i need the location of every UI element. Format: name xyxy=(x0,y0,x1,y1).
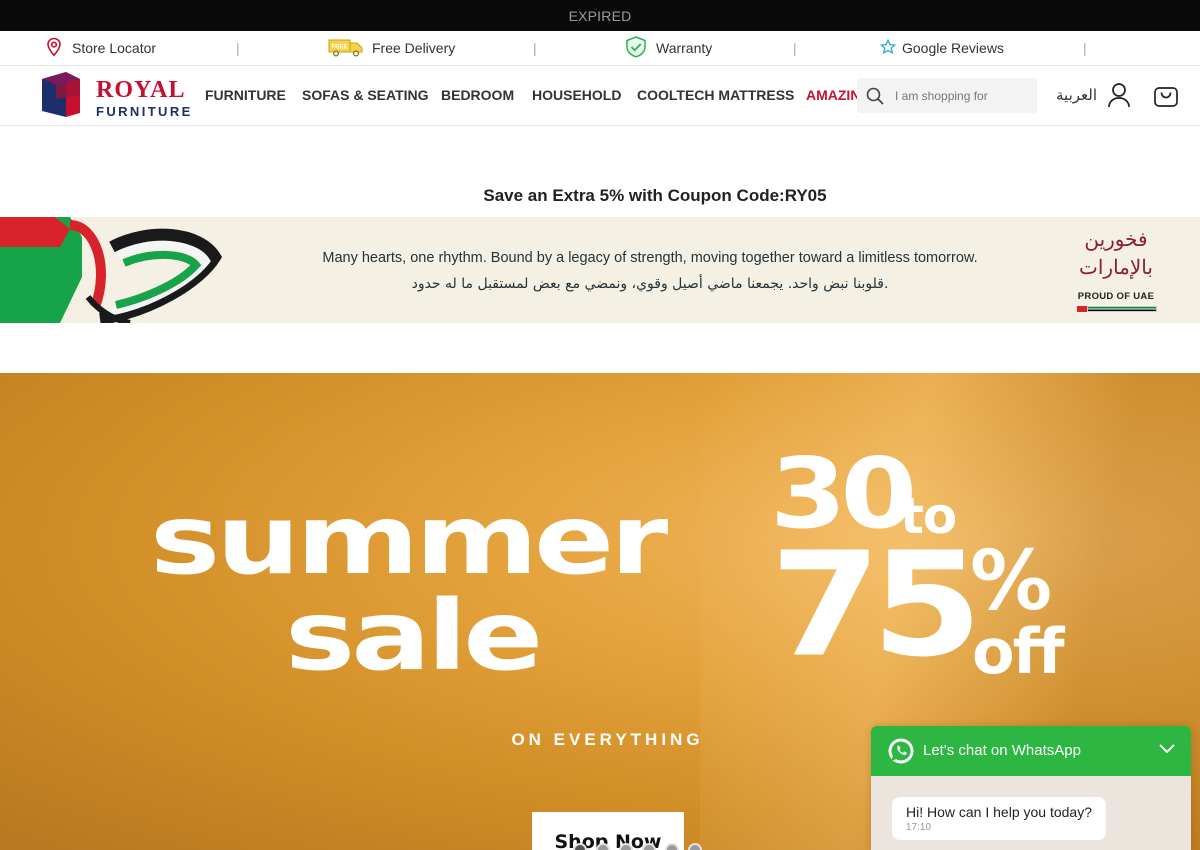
nav-bedroom[interactable]: BEDROOM xyxy=(441,87,514,103)
free-delivery-label: Free Delivery xyxy=(372,40,456,56)
slider-dot[interactable] xyxy=(619,843,633,850)
logo-royal-text: ROYAL xyxy=(96,77,186,103)
store-locator-link[interactable]: Store Locator xyxy=(44,31,156,65)
separator: | xyxy=(793,40,797,56)
chevron-down-icon[interactable] xyxy=(1158,742,1176,761)
logo-furniture-text: FURNITURE xyxy=(96,104,193,119)
main-header: ROYAL FURNITURE FURNITURE SOFAS & SEATIN… xyxy=(0,66,1200,126)
announcement-text: EXPIRED xyxy=(568,7,632,24)
delivery-truck-icon: FREE xyxy=(328,37,364,60)
nav-household[interactable]: HOUSEHOLD xyxy=(532,87,621,103)
nav-cooltech-mattress[interactable]: COOLTECH MATTRESS xyxy=(637,87,794,103)
badge-english: PROUD OF UAE xyxy=(1077,291,1155,302)
whatsapp-message-text: Hi! How can I help you today? xyxy=(906,804,1092,820)
hero-percent-sign: % xyxy=(970,534,1052,629)
slider-dot[interactable] xyxy=(688,843,702,850)
uae-flag-bar xyxy=(1077,306,1157,312)
google-reviews-link[interactable]: Google Reviews xyxy=(879,31,1004,65)
whatsapp-message-bubble: Hi! How can I help you today? 17:10 xyxy=(892,797,1106,840)
shield-check-icon xyxy=(624,35,648,61)
brand-logo[interactable]: ROYAL FURNITURE xyxy=(36,70,192,122)
warranty-link[interactable]: Warranty xyxy=(624,31,712,65)
slider-dot[interactable] xyxy=(573,843,587,850)
logo-wordmark: ROYAL FURNITURE xyxy=(96,78,193,120)
proud-of-uae-badge: فخورين بالإمارات PROUD OF UAE xyxy=(1070,225,1170,317)
user-account-icon[interactable] xyxy=(1107,82,1131,113)
whatsapp-header[interactable]: Let's chat on WhatsApp xyxy=(871,726,1191,776)
logo-mark-icon xyxy=(36,69,84,124)
free-delivery-link[interactable]: FREE Free Delivery xyxy=(328,31,455,65)
hero-word-sale: sale xyxy=(285,578,543,692)
coupon-banner: Save an Extra 5% with Coupon Code:RY05 xyxy=(483,186,827,205)
badge-arabic-line2: بالإمارات xyxy=(1079,255,1153,279)
hero-word-summer: summer xyxy=(150,482,668,596)
slider-dot[interactable] xyxy=(665,843,679,850)
nav-sofas-seating[interactable]: SOFAS & SEATING xyxy=(302,87,429,103)
star-icon xyxy=(879,38,897,58)
location-pin-icon xyxy=(44,37,64,60)
separator: | xyxy=(236,40,240,56)
hero-word-off: off xyxy=(972,615,1065,688)
language-switch[interactable]: العربية xyxy=(1056,86,1097,104)
uae-ribbon-icon xyxy=(0,217,230,323)
whatsapp-body: Hi! How can I help you today? 17:10 xyxy=(871,776,1191,850)
shopping-bag-icon[interactable] xyxy=(1153,82,1179,113)
search-box xyxy=(857,78,1037,113)
slider-dot[interactable] xyxy=(596,843,610,850)
google-reviews-label: Google Reviews xyxy=(902,40,1004,56)
uae-banner[interactable]: Many hearts, one rhythm. Bound by a lega… xyxy=(0,217,1200,323)
hero-number-75: 75 xyxy=(770,520,983,689)
warranty-label: Warranty xyxy=(656,40,713,56)
slider-dot[interactable] xyxy=(642,843,656,850)
nav-furniture[interactable]: FURNITURE xyxy=(205,87,286,103)
whatsapp-title: Let's chat on WhatsApp xyxy=(923,742,1081,759)
whatsapp-message-time: 17:10 xyxy=(906,822,932,833)
slider-dots xyxy=(573,843,702,850)
search-icon[interactable] xyxy=(865,86,885,111)
info-bar: Store Locator | FREE Free Delivery | War… xyxy=(0,31,1200,66)
free-badge-text: FREE xyxy=(331,44,347,50)
store-locator-label: Store Locator xyxy=(72,40,157,56)
separator: | xyxy=(533,40,537,56)
whatsapp-chat-widget[interactable]: Let's chat on WhatsApp Hi! How can I hel… xyxy=(871,726,1191,850)
announcement-bar: EXPIRED xyxy=(0,0,1200,31)
whatsapp-icon xyxy=(887,737,915,770)
uae-message-english: Many hearts, one rhythm. Bound by a lega… xyxy=(322,250,978,266)
uae-message-arabic: قلوبنا نبض واحد. يجمعنا ماضي أصيل وقوي، … xyxy=(411,276,889,292)
search-input[interactable] xyxy=(895,78,1035,113)
separator: | xyxy=(1083,40,1087,56)
badge-arabic-line1: فخورين xyxy=(1084,227,1148,251)
